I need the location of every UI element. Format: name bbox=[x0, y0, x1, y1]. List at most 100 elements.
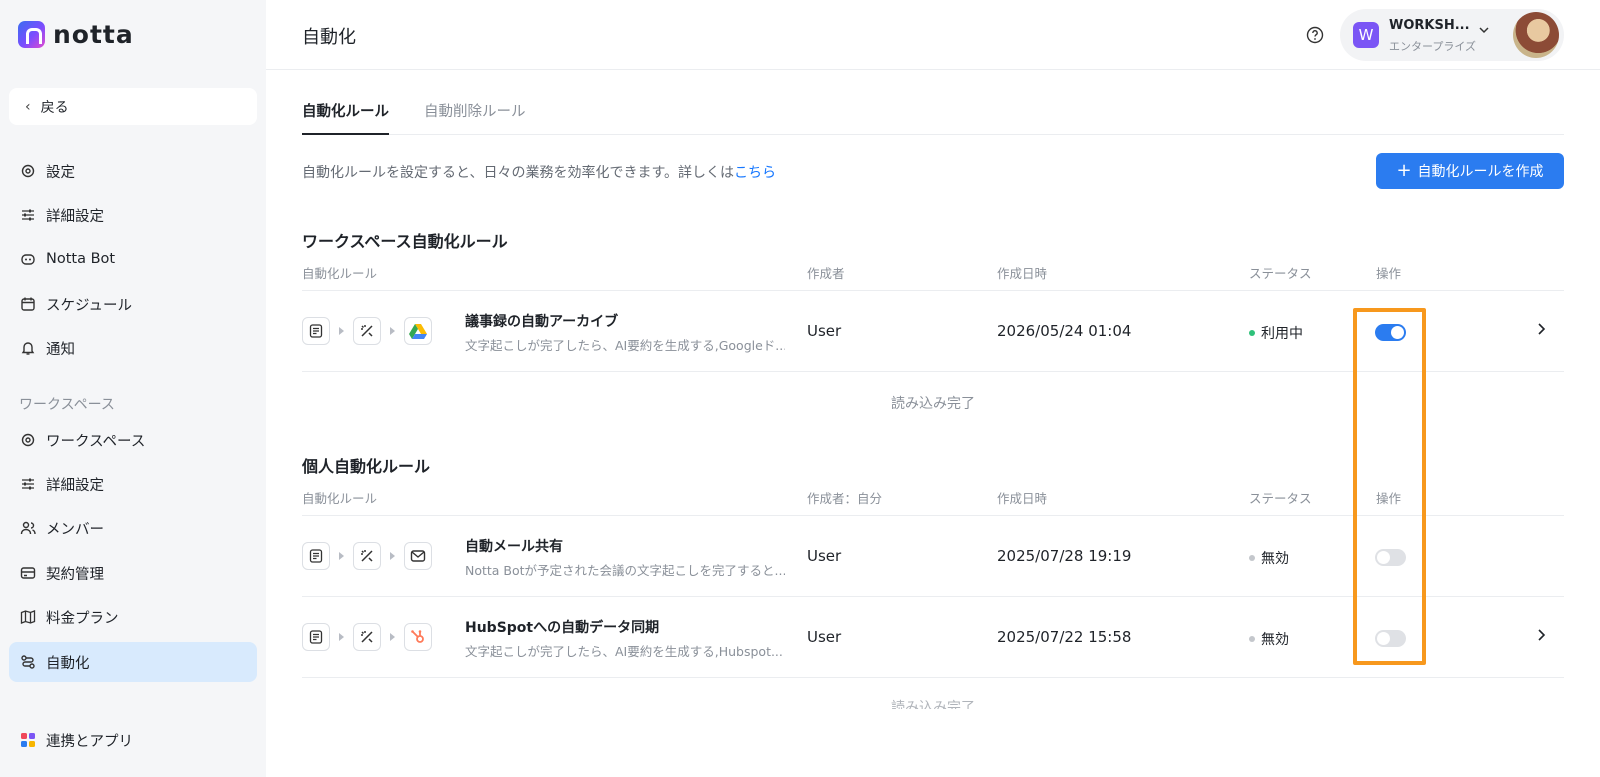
sidebar-item-notta-bot[interactable]: Notta Bot bbox=[9, 239, 257, 279]
sidebar-item-schedule[interactable]: スケジュール bbox=[9, 284, 257, 324]
column-header: 作成日時 bbox=[997, 266, 1048, 281]
rule-created-at: 2026/05/24 01:04 bbox=[997, 322, 1132, 340]
personal-rules-title: 個人自動化ルール bbox=[302, 457, 431, 476]
page-title: 自動化 bbox=[302, 27, 356, 48]
workspace-plan: エンタープライズ bbox=[1389, 40, 1477, 53]
tab-automation-rules[interactable]: 自動化ルール bbox=[302, 100, 389, 135]
sidebar-item-label: Notta Bot bbox=[46, 251, 116, 267]
back-button[interactable]: ‹ 戻る bbox=[9, 88, 257, 125]
sidebar-item-label: 設定 bbox=[46, 164, 75, 181]
mail-icon bbox=[404, 542, 432, 570]
load-complete: 読み込み完了 bbox=[891, 700, 975, 709]
help-icon[interactable] bbox=[1306, 26, 1324, 44]
status-badge: 無効 bbox=[1249, 629, 1289, 649]
map-icon bbox=[20, 609, 36, 625]
toggle-column-highlight bbox=[1353, 308, 1426, 665]
rule-name[interactable]: 自動メール共有 bbox=[465, 536, 563, 556]
workspace-section-label: ワークスペース bbox=[19, 397, 115, 413]
tab-auto-delete-rules[interactable]: 自動削除ルール bbox=[424, 100, 526, 135]
sidebar-item-label: 詳細設定 bbox=[46, 208, 104, 225]
arrow-right-icon bbox=[339, 327, 344, 335]
column-header: 自動化ルール bbox=[302, 491, 378, 506]
header: 自動化 W WORKSH... エンタープライズ bbox=[266, 0, 1600, 70]
description: 自動化ルールを設定すると、日々の業務を効率化できます。詳しくはこちら bbox=[302, 162, 776, 182]
sidebar-item-label: メンバー bbox=[46, 521, 104, 538]
back-label: 戻る bbox=[40, 99, 69, 116]
transcript-icon bbox=[302, 542, 330, 570]
google-drive-icon bbox=[404, 317, 432, 345]
ai-magic-icon bbox=[353, 542, 381, 570]
gear-icon bbox=[20, 163, 36, 179]
create-rule-button[interactable]: + 自動化ルールを作成 bbox=[1376, 153, 1564, 189]
rule-flow bbox=[302, 542, 432, 570]
arrow-right-icon bbox=[390, 552, 395, 560]
column-header: ステータス bbox=[1249, 266, 1312, 281]
arrow-right-icon bbox=[390, 633, 395, 641]
status-label: 利用中 bbox=[1261, 326, 1303, 342]
logo-text: notta bbox=[53, 20, 134, 49]
automation-icon bbox=[20, 654, 36, 670]
column-header: 操作 bbox=[1376, 266, 1402, 281]
rule-description: 文字起こしが完了したら、AI要約を生成する,Googleド... bbox=[465, 338, 785, 353]
divider bbox=[302, 677, 1564, 678]
sidebar-item-label: ワークスペース bbox=[46, 433, 146, 450]
account-switcher[interactable]: W WORKSH... エンタープライズ bbox=[1340, 9, 1564, 61]
column-header: 作成者：自分 bbox=[807, 491, 883, 506]
chevron-left-icon: ‹ bbox=[25, 98, 31, 115]
card-icon bbox=[20, 565, 36, 581]
bot-icon bbox=[20, 251, 36, 267]
rule-created-at: 2025/07/22 15:58 bbox=[997, 628, 1132, 646]
sidebar-item-workspace[interactable]: ワークスペース bbox=[9, 420, 257, 460]
sidebar-item-label: 詳細設定 bbox=[46, 477, 104, 494]
status-badge: 利用中 bbox=[1249, 323, 1303, 343]
sidebar-item-notifications[interactable]: 通知 bbox=[9, 328, 257, 368]
sidebar-item-settings[interactable]: 設定 bbox=[9, 151, 257, 191]
sidebar-item-members[interactable]: メンバー bbox=[9, 508, 257, 548]
rule-creator: User bbox=[807, 547, 842, 565]
sidebar-item-label: 通知 bbox=[46, 341, 75, 358]
chevron-right-icon[interactable] bbox=[1536, 321, 1548, 340]
sidebar-item-automation[interactable]: 自動化 bbox=[9, 642, 257, 682]
users-icon bbox=[20, 520, 36, 536]
rule-description: 文字起こしが完了したら、AI要約を生成する,Hubspot... bbox=[465, 644, 783, 659]
status-label: 無効 bbox=[1261, 632, 1289, 648]
sidebar-item-contract[interactable]: 契約管理 bbox=[9, 553, 257, 593]
column-header: 自動化ルール bbox=[302, 266, 378, 281]
chevron-down-icon bbox=[1478, 21, 1490, 40]
notta-logo[interactable]: notta bbox=[18, 20, 134, 49]
sidebar: notta ‹ 戻る 設定 詳細設定 Notta Bot スケジュール 通知 ワ… bbox=[0, 0, 266, 777]
workspace-rules-title: ワークスペース自動化ルール bbox=[302, 232, 508, 251]
arrow-right-icon bbox=[339, 552, 344, 560]
hubspot-icon bbox=[404, 623, 432, 651]
rule-created-at: 2025/07/28 19:19 bbox=[997, 547, 1132, 565]
rule-name[interactable]: 議事録の自動アーカイブ bbox=[465, 311, 618, 331]
divider bbox=[302, 290, 1564, 291]
ai-magic-icon bbox=[353, 623, 381, 651]
sliders-icon bbox=[20, 207, 36, 223]
status-dot bbox=[1249, 636, 1255, 642]
description-link[interactable]: こちら bbox=[734, 165, 776, 181]
tab-bar: 自動化ルール 自動削除ルール bbox=[302, 98, 1564, 135]
sidebar-item-workspace-advanced[interactable]: 詳細設定 bbox=[9, 464, 257, 504]
gear-icon bbox=[20, 432, 36, 448]
rule-flow bbox=[302, 623, 432, 651]
transcript-icon bbox=[302, 317, 330, 345]
status-badge: 無効 bbox=[1249, 548, 1289, 568]
sidebar-item-advanced-settings[interactable]: 詳細設定 bbox=[9, 195, 257, 235]
sidebar-item-pricing[interactable]: 料金プラン bbox=[9, 597, 257, 637]
calendar-icon bbox=[20, 296, 36, 312]
status-dot bbox=[1249, 330, 1255, 336]
rule-creator: User bbox=[807, 628, 842, 646]
sidebar-item-integrations[interactable]: 連携とアプリ bbox=[9, 720, 257, 760]
apps-icon bbox=[20, 732, 36, 748]
arrow-right-icon bbox=[390, 327, 395, 335]
arrow-right-icon bbox=[339, 633, 344, 641]
rule-flow bbox=[302, 317, 432, 345]
notta-logo-icon bbox=[18, 21, 45, 48]
chevron-right-icon[interactable] bbox=[1536, 627, 1548, 646]
sidebar-item-label: スケジュール bbox=[46, 297, 132, 314]
rule-name[interactable]: HubSpotへの自動データ同期 bbox=[465, 617, 659, 637]
rule-creator: User bbox=[807, 322, 842, 340]
avatar[interactable] bbox=[1513, 12, 1559, 58]
create-rule-label: 自動化ルールを作成 bbox=[1417, 164, 1544, 180]
